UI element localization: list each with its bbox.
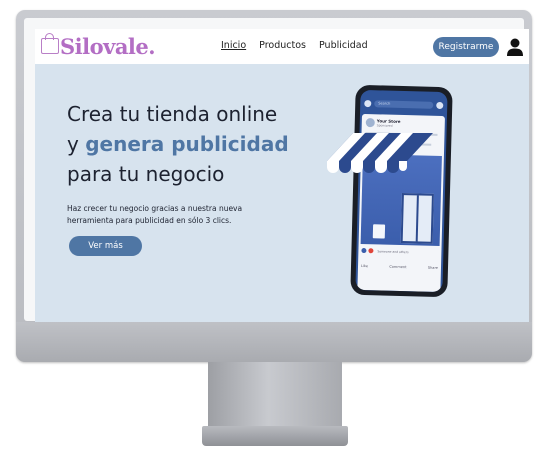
register-button[interactable]: Registrarme: [433, 37, 499, 57]
nav-link-publicidad[interactable]: Publicidad: [319, 40, 368, 51]
camera-icon: [364, 99, 372, 107]
brand-name: Silovale.: [60, 33, 156, 59]
website-screen: Silovale. Inicio Productos Publicidad Re…: [35, 29, 529, 326]
headline-line-3: para tu negocio: [67, 162, 225, 186]
headline-line-2-prefix: y: [67, 132, 86, 156]
nav-links: Inicio Productos Publicidad: [221, 40, 368, 51]
store-door: [400, 193, 434, 244]
reaction-row: Someone and others: [361, 247, 409, 254]
reactions-text: Someone and others: [377, 248, 409, 254]
comment-action: Comment: [389, 264, 407, 270]
monitor-stand-base: [202, 426, 348, 446]
headline-line-1: Crea tu tienda online: [67, 102, 278, 126]
navbar: Silovale. Inicio Productos Publicidad Re…: [35, 29, 529, 64]
monitor-chin: [16, 322, 532, 362]
striped-awning: [327, 133, 433, 173]
shopping-bag-icon: [41, 33, 59, 54]
share-action: Share: [427, 265, 439, 270]
like-reaction-icon: [361, 247, 367, 254]
phone-search: Search: [374, 99, 434, 109]
phone-topbar: Search: [360, 96, 447, 112]
messenger-icon: [436, 101, 444, 109]
monitor-stand-neck: [208, 362, 342, 428]
headline-line-2: y genera publicidad: [67, 129, 317, 159]
shopping-bag-icon: [372, 224, 386, 239]
subtitle-line-2: herramienta para publicidad en sólo 3 cl…: [67, 216, 232, 225]
see-more-button[interactable]: Ver más: [69, 236, 142, 256]
monitor: Silovale. Inicio Productos Publicidad Re…: [16, 10, 532, 362]
user-icon[interactable]: [506, 37, 524, 57]
love-reaction-icon: [368, 248, 374, 254]
headline-accent: genera publicidad: [85, 132, 289, 156]
post-actions: Like Comment Share: [361, 264, 438, 270]
like-action: Like: [360, 263, 369, 269]
brand-logo[interactable]: Silovale.: [41, 31, 156, 61]
nav-link-inicio[interactable]: Inicio: [221, 40, 246, 51]
hero-subtitle: Haz crecer tu negocio gracias a nuestra …: [67, 203, 267, 227]
nav-link-productos[interactable]: Productos: [259, 40, 306, 51]
monitor-bezel: Silovale. Inicio Productos Publicidad Re…: [24, 18, 529, 326]
hero-headline: Crea tu tienda online y genera publicida…: [67, 99, 317, 189]
subtitle-line-1: Haz crecer tu negocio gracias a nuestra …: [67, 204, 243, 213]
